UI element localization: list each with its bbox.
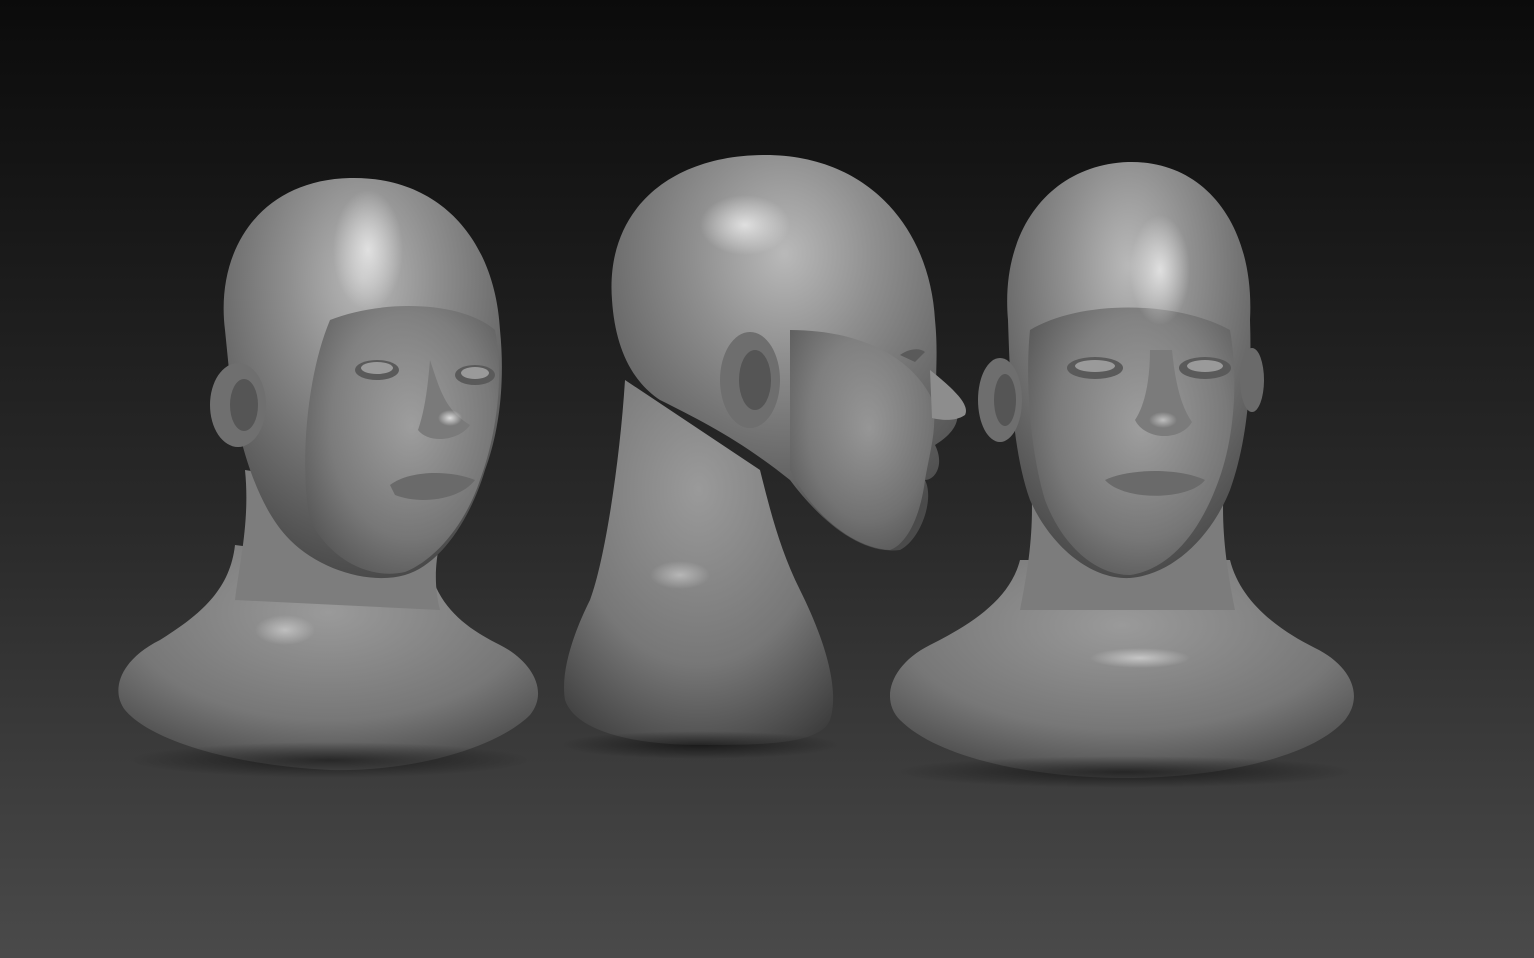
viewport-canvas (0, 0, 1534, 958)
viewport-background (0, 0, 1534, 958)
ear-right (1240, 348, 1264, 412)
sculpt-viewport[interactable] (0, 0, 1534, 958)
